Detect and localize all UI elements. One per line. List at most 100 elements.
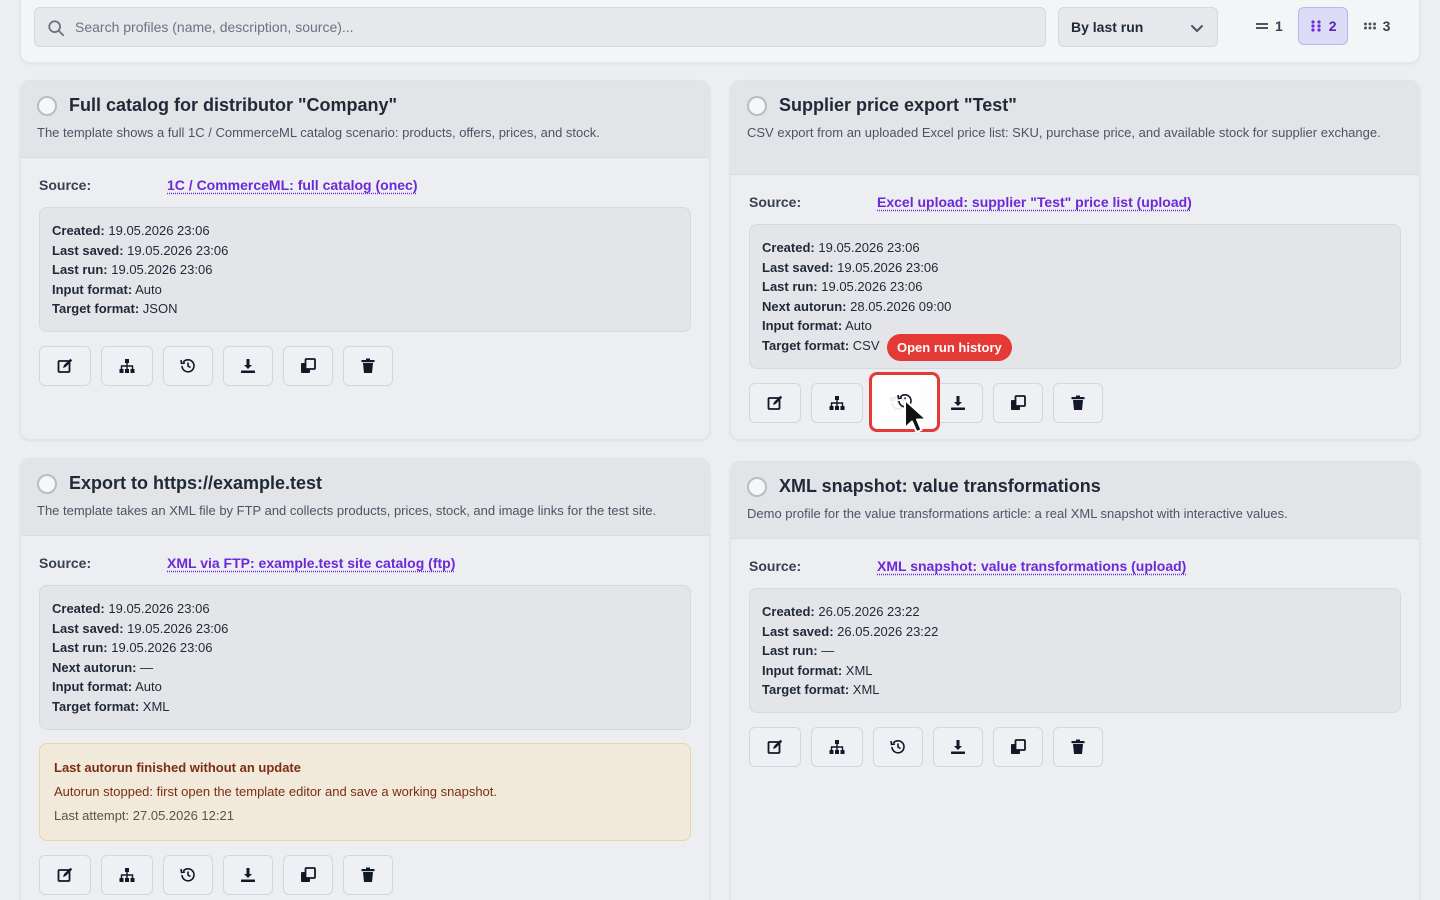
action-bar [39,854,691,895]
meta-row: Next autorun: 28.05.2026 09:00 [762,298,952,314]
duplicate-button[interactable] [993,382,1043,423]
trash-icon [1071,395,1085,410]
history-button[interactable] [163,345,213,386]
history-icon [180,867,195,882]
download-button[interactable] [223,854,273,895]
meta-row: Input format: Auto [762,318,872,334]
download-icon [951,739,965,754]
card-title: XML snapshot: value transformations [779,476,1101,496]
edit-button[interactable] [39,345,91,386]
meta-box: Created: 19.05.2026 23:06 Last saved: 19… [749,224,1401,369]
card-description: The template takes an XML file by FTP an… [37,503,657,518]
history-button[interactable] [873,726,923,767]
download-icon [241,358,255,373]
card-description: Demo profile for the value transformatio… [747,506,1288,521]
meta-row: Input format: Auto [52,679,162,695]
source-link[interactable]: Excel upload: supplier "Test" price list… [877,194,1192,210]
warning-title: Last autorun finished without an update [54,759,301,775]
meta-box: Created: 19.05.2026 23:06 Last saved: 19… [39,207,691,332]
tooltip: Open run history [887,334,1012,361]
autorun-warning: Last autorun finished without an update … [39,742,691,841]
card-description: The template shows a full 1C / CommerceM… [37,125,600,140]
column-switcher: 1 2 3 [1244,7,1401,47]
search-input[interactable] [75,8,1035,46]
trash-icon [361,867,375,882]
toolbar: By last run 1 2 3 [20,0,1420,63]
delete-button[interactable] [343,345,393,386]
card-header: XML snapshot: value transformations Demo… [731,462,1419,539]
duplicate-button[interactable] [283,854,333,895]
select-checkbox[interactable] [37,473,57,494]
edit-button[interactable] [749,726,801,767]
search-icon [48,20,65,37]
delete-button[interactable] [1053,382,1103,423]
card-title: Export to https://example.test [69,473,323,493]
download-icon [241,867,255,882]
profile-card: Export to https://example.test The templ… [20,458,710,900]
duplicate-button[interactable] [993,726,1043,767]
structure-button[interactable] [101,854,153,895]
profile-card: XML snapshot: value transformations Demo… [730,461,1420,900]
grid-two-icon [1311,20,1321,32]
sort-select[interactable]: By last run [1058,7,1218,47]
sitemap-icon [119,867,135,882]
edit-icon [767,739,783,754]
delete-button[interactable] [343,854,393,895]
columns-1-button[interactable]: 1 [1244,7,1294,45]
profile-card: Supplier price export "Test" CSV export … [730,80,1420,440]
structure-button[interactable] [811,382,863,423]
trash-icon [361,358,375,373]
download-button[interactable] [933,726,983,767]
source-link[interactable]: 1C / CommerceML: full catalog (onec) [167,177,417,193]
card-title: Supplier price export "Test" [779,95,1017,115]
card-header: Supplier price export "Test" CSV export … [731,81,1419,175]
meta-row: Last run: 19.05.2026 23:06 [52,640,213,656]
columns-2-button[interactable]: 2 [1297,7,1348,45]
trash-icon [1071,739,1085,754]
duplicate-button[interactable] [283,345,333,386]
copy-icon [1011,394,1026,410]
meta-row: Last run: — [762,643,835,659]
card-title: Full catalog for distributor "Company" [69,95,398,115]
sort-label: By last run [1071,19,1144,35]
source-link[interactable]: XML snapshot: value transformations (upl… [877,558,1186,574]
download-icon [951,395,965,410]
meta-row: Last run: 19.05.2026 23:06 [762,279,923,295]
history-button[interactable] [163,854,213,895]
meta-row: Input format: Auto [52,281,162,297]
source-link[interactable]: XML via FTP: example.test site catalog (… [167,555,455,571]
structure-button[interactable] [101,345,153,386]
copy-icon [301,866,316,882]
meta-row: Target format: CSV [762,337,880,353]
columns-3-label: 3 [1382,18,1391,34]
warning-attempt: Last attempt: 27.05.2026 12:21 [54,807,234,823]
columns-3-button[interactable]: 3 [1352,7,1402,45]
sitemap-icon [829,739,845,754]
source-label: Source: [749,194,802,210]
columns-1-label: 1 [1275,18,1283,34]
action-bar [39,345,691,386]
meta-row: Created: 19.05.2026 23:06 [52,601,210,616]
meta-box: Created: 26.05.2026 23:22 Last saved: 26… [749,588,1401,713]
download-button[interactable] [933,382,983,423]
select-checkbox[interactable] [37,95,57,116]
meta-row: Last run: 19.05.2026 23:06 [52,262,213,278]
meta-row: Created: 19.05.2026 23:06 [762,240,920,255]
card-description: CSV export from an uploaded Excel price … [747,125,1381,140]
columns-2-label: 2 [1328,18,1337,34]
edit-button[interactable] [749,382,801,423]
delete-button[interactable] [1053,726,1103,767]
select-checkbox[interactable] [747,476,767,497]
search-box[interactable] [34,7,1046,47]
warning-text: Autorun stopped: first open the template… [54,783,497,799]
action-bar [749,382,1401,423]
source-label: Source: [39,555,92,571]
edit-button[interactable] [39,854,91,895]
meta-row: Target format: JSON [52,301,178,317]
meta-row: Last saved: 19.05.2026 23:06 [52,242,229,258]
structure-button[interactable] [811,726,863,767]
download-button[interactable] [223,345,273,386]
source-label: Source: [39,177,92,193]
meta-row: Input format: XML [762,662,873,678]
select-checkbox[interactable] [747,95,767,116]
